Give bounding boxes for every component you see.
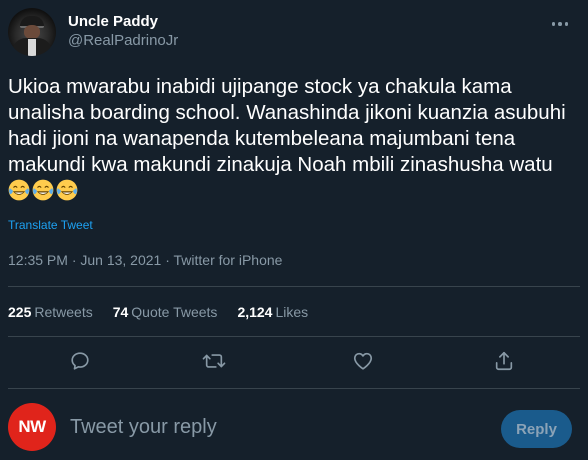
author-handle[interactable]: @RealPadrinoJr <box>68 31 178 51</box>
divider <box>8 286 580 287</box>
author-avatar[interactable] <box>8 8 56 56</box>
author-name-block[interactable]: Uncle Paddy @RealPadrinoJr <box>68 13 178 51</box>
quote-tweets-label: Quote Tweets <box>131 304 218 320</box>
reply-icon[interactable] <box>66 347 94 375</box>
tears-of-joy-emoji <box>8 179 30 201</box>
tweet-body: Ukioa mwarabu inabidi ujipange stock ya … <box>8 75 566 176</box>
tears-of-joy-emoji <box>32 179 54 201</box>
user-avatar[interactable]: NW <box>8 403 56 451</box>
author-display-name[interactable]: Uncle Paddy <box>68 13 178 31</box>
quote-tweets-stat[interactable]: 74 Quote Tweets <box>113 304 218 320</box>
retweets-stat[interactable]: 225 Retweets <box>8 304 93 320</box>
likes-count: 2,124 <box>237 304 273 320</box>
reply-button[interactable]: Reply <box>501 410 572 448</box>
divider <box>8 336 580 337</box>
reply-input[interactable] <box>70 416 470 439</box>
tweet-text: Ukioa mwarabu inabidi ujipange stock ya … <box>8 74 582 204</box>
emoji-list <box>8 179 80 202</box>
reply-composer: NW Reply <box>0 398 588 460</box>
tweet-actions <box>0 347 588 375</box>
translate-tweet-link[interactable]: Translate Tweet <box>8 218 93 232</box>
like-icon[interactable] <box>349 347 377 375</box>
quote-tweets-count: 74 <box>112 304 129 320</box>
likes-stat[interactable]: 2,124 Likes <box>237 304 308 320</box>
more-options-icon[interactable] <box>548 12 572 36</box>
tears-of-joy-emoji <box>56 179 78 201</box>
retweets-label: Retweets <box>34 304 93 320</box>
divider <box>8 388 580 389</box>
retweets-count: 225 <box>8 304 32 320</box>
retweet-icon[interactable] <box>200 347 228 375</box>
share-icon[interactable] <box>490 347 518 375</box>
tweet-header: Uncle Paddy @RealPadrinoJr <box>8 8 580 56</box>
engagement-stats: 225 Retweets 74 Quote Tweets 2,124 Likes <box>8 304 328 320</box>
tweet-timestamp[interactable]: 12:35 PM · Jun 13, 2021 · Twitter for iP… <box>8 252 282 268</box>
likes-label: Likes <box>275 304 309 320</box>
